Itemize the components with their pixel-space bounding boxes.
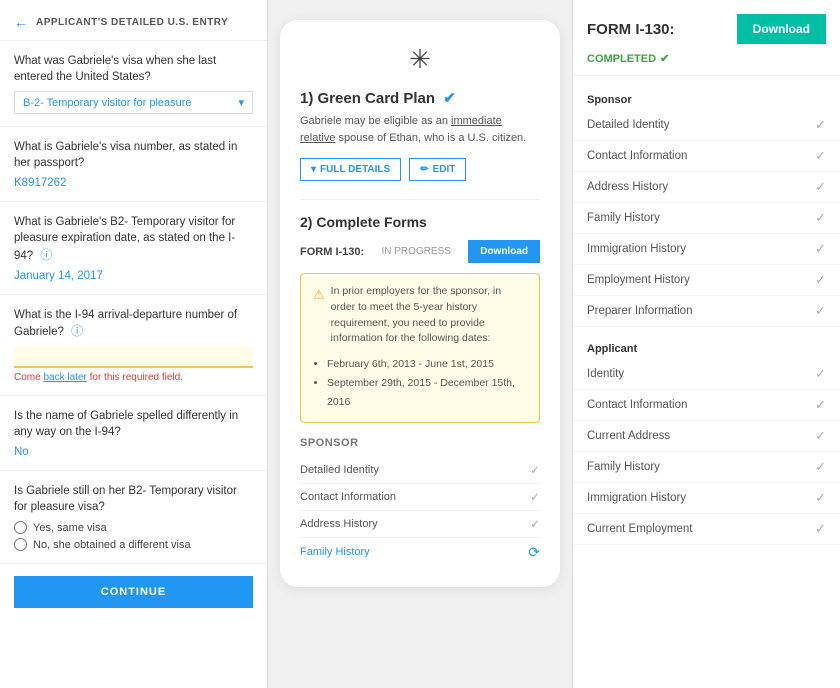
warning-icon: ⚠ (313, 285, 325, 305)
right-checklist-item: Contact Information✓ (573, 390, 840, 421)
back-arrow-icon[interactable]: ← (14, 14, 28, 30)
right-sponsor-title: Sponsor (573, 86, 840, 110)
question-1-dropdown[interactable]: B-2- Temporary visitor for pleasure ▾ (14, 91, 253, 114)
checklist-item-2: Contact Information ✓ (300, 484, 540, 511)
right-checklist-item: Family History✓ (573, 452, 840, 483)
i94-number-input[interactable] (14, 346, 253, 368)
warning-dates-list: February 6th, 2013 - June 1st, 2015 Sept… (313, 355, 527, 412)
checklist-item-3: Address History ✓ (300, 511, 540, 538)
question-1-label: What was Gabriele's visa when she last e… (14, 53, 253, 85)
right-form-title: FORM I-130: (587, 21, 675, 38)
right-check-icon: ✓ (815, 397, 826, 413)
right-panel: FORM I-130: Download COMPLETED ✔ Sponsor… (572, 0, 840, 688)
question-4-label: What is the I-94 arrival-departure numbe… (14, 307, 253, 340)
right-check-icon: ✓ (815, 179, 826, 195)
right-checklist-item: Preparer Information✓ (573, 296, 840, 327)
right-checklist-item: Detailed Identity✓ (573, 110, 840, 141)
left-panel-title: APPLICANT'S DETAILED U.S. ENTRY (36, 17, 228, 28)
warning-date-1: February 6th, 2013 - June 1st, 2015 (327, 355, 527, 374)
right-check-icon: ✓ (815, 490, 826, 506)
right-sponsor-list: Detailed Identity✓Contact Information✓Ad… (573, 110, 840, 327)
warning-date-2: September 29th, 2015 - December 15th, 20… (327, 374, 527, 412)
right-header: FORM I-130: Download (573, 0, 840, 52)
right-check-icon: ✓ (815, 303, 826, 319)
question-4: What is the I-94 arrival-departure numbe… (0, 295, 267, 396)
right-checklist-item: Current Employment✓ (573, 514, 840, 545)
radio-yes-input[interactable] (14, 521, 27, 534)
right-check-icon: ✓ (815, 148, 826, 164)
family-history-link[interactable]: Family History (300, 546, 370, 558)
form-i130-label: FORM I-130: (300, 246, 364, 258)
back-later-link[interactable]: back later (43, 372, 86, 383)
right-check-icon: ✓ (815, 428, 826, 444)
question-3-label: What is Gabriele's B2- Temporary visitor… (14, 214, 253, 263)
warning-header: ⚠ In prior employers for the sponsor, in… (313, 284, 527, 347)
radio-no[interactable]: No, she obtained a different visa (14, 538, 253, 551)
right-checklist-item: Identity✓ (573, 359, 840, 390)
left-header: ← APPLICANT'S DETAILED U.S. ENTRY (0, 0, 267, 41)
right-applicant-title: Applicant (573, 335, 840, 359)
main-card: ✳ 1) Green Card Plan ✔ Gabriele may be e… (280, 20, 560, 587)
checklist-item-1: Detailed Identity ✓ (300, 457, 540, 484)
right-check-icon: ✓ (815, 366, 826, 382)
right-checklist-item: Contact Information✓ (573, 141, 840, 172)
question-2-answer: K8917262 (14, 177, 253, 189)
right-check-icon: ✓ (815, 117, 826, 133)
middle-download-button[interactable]: Download (468, 240, 540, 263)
right-check-icon: ✓ (815, 459, 826, 475)
question-1: What was Gabriele's visa when she last e… (0, 41, 267, 127)
completed-badge: COMPLETED ✔ (573, 52, 840, 76)
section2-title: 2) Complete Forms (300, 199, 540, 230)
continue-button[interactable]: CONTINUE (14, 576, 253, 608)
question-5-answer: No (14, 446, 253, 458)
right-check-icon: ✓ (815, 241, 826, 257)
middle-panel: ✳ 1) Green Card Plan ✔ Gabriele may be e… (268, 0, 572, 688)
question-2: What is Gabriele's visa number, as state… (0, 127, 267, 202)
right-applicant-list: Identity✓Contact Information✓Current Add… (573, 359, 840, 545)
check-icon-1: ✓ (530, 463, 540, 477)
check-icon-3: ✓ (530, 517, 540, 531)
question-6-radio-group: Yes, same visa No, she obtained a differ… (14, 521, 253, 551)
refresh-icon: ⟳ (528, 544, 540, 561)
section1-title: 1) Green Card Plan ✔ (300, 89, 540, 107)
form-i130-row: FORM I-130: IN PROGRESS Download (300, 240, 540, 263)
right-check-icon: ✓ (815, 521, 826, 537)
info-icon-q4: ⓘ (71, 324, 83, 338)
question-5: Is the name of Gabriele spelled differen… (0, 396, 267, 471)
question-3: What is Gabriele's B2- Temporary visitor… (0, 202, 267, 294)
right-checklist-item: Address History✓ (573, 172, 840, 203)
completed-checkmark: ✔ (660, 52, 669, 65)
sponsor-label: Sponsor (300, 437, 540, 449)
check-icon-2: ✓ (530, 490, 540, 504)
warning-box: ⚠ In prior employers for the sponsor, in… (300, 273, 540, 423)
radio-yes[interactable]: Yes, same visa (14, 521, 253, 534)
section1-checkmark: ✔ (443, 90, 456, 107)
question-6: Is Gabriele still on her B2- Temporary v… (0, 471, 267, 564)
compass-icon: ✳ (300, 44, 540, 75)
info-icon-q3: ⓘ (40, 248, 52, 262)
question-6-label: Is Gabriele still on her B2- Temporary v… (14, 483, 253, 515)
form-i130-status: IN PROGRESS (381, 246, 450, 257)
right-download-button[interactable]: Download (737, 14, 826, 44)
left-panel: ← APPLICANT'S DETAILED U.S. ENTRY What w… (0, 0, 268, 688)
edit-button[interactable]: ✏ EDIT (409, 158, 466, 181)
question-5-label: Is the name of Gabriele spelled differen… (14, 408, 253, 440)
question-2-label: What is Gabriele's visa number, as state… (14, 139, 253, 171)
right-checklist-item: Current Address✓ (573, 421, 840, 452)
right-checklist-item: Immigration History✓ (573, 483, 840, 514)
question-3-answer: January 14, 2017 (14, 270, 253, 282)
checklist-item-4[interactable]: Family History ⟳ (300, 538, 540, 567)
right-checklist-item: Employment History✓ (573, 265, 840, 296)
right-checklist-item: Immigration History✓ (573, 234, 840, 265)
full-details-button[interactable]: ▾ FULL DETAILS (300, 158, 401, 181)
right-check-icon: ✓ (815, 210, 826, 226)
i94-error-text: Come back later for this required field. (14, 372, 253, 383)
radio-no-input[interactable] (14, 538, 27, 551)
section1-actions: ▾ FULL DETAILS ✏ EDIT (300, 158, 540, 181)
right-checklist-item: Family History✓ (573, 203, 840, 234)
section1-description: Gabriele may be eligible as an immediate… (300, 113, 540, 146)
right-check-icon: ✓ (815, 272, 826, 288)
